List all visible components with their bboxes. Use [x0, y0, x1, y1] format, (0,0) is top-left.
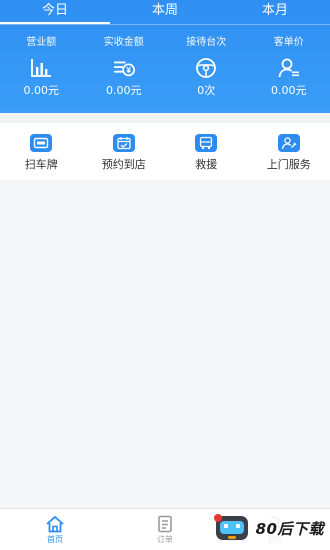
stat-received-label: 实收金额	[103, 37, 144, 48]
action-home-service-label: 上门服务	[266, 158, 311, 171]
tabs-divider	[0, 24, 330, 25]
user-list-icon	[277, 56, 301, 80]
action-rescue[interactable]: 救援	[165, 134, 248, 172]
watermark-logo: 80后下载	[207, 510, 328, 546]
tabbar-home-label: 首页	[47, 534, 63, 544]
tabbar-orders[interactable]: 订单	[110, 509, 220, 550]
calendar-check-icon	[112, 134, 135, 152]
home-icon	[46, 515, 64, 532]
header-panel: 今日 本周 本月 营业额 0.00元 实收金额 0.00元 接待台次 0次 客单…	[0, 0, 330, 113]
stat-reception-value: 0次	[197, 84, 216, 97]
technician-icon	[277, 134, 300, 152]
tab-this-week[interactable]: 本周	[110, 0, 220, 24]
scan-plate-icon	[30, 134, 53, 152]
stat-received[interactable]: 实收金额 0.00元	[83, 36, 166, 98]
watermark-text: 80后下载	[255, 519, 324, 538]
stat-avg-ticket-value: 0.00元	[271, 84, 307, 97]
stat-revenue-label: 营业额	[26, 37, 57, 48]
stat-avg-ticket-label: 客单价	[273, 37, 304, 48]
content-area	[0, 180, 330, 510]
stat-avg-ticket[interactable]: 客单价 0.00元	[248, 36, 330, 98]
stat-reception-count[interactable]: 接待台次 0次	[165, 36, 248, 98]
tab-this-month[interactable]: 本月	[220, 0, 330, 24]
section-divider	[0, 113, 330, 123]
stats-row: 营业额 0.00元 实收金额 0.00元 接待台次 0次 客单价 0.00元	[0, 36, 330, 98]
steering-wheel-icon	[194, 56, 218, 80]
quick-actions: 扫车牌 预约到店 救援 上门服务	[0, 134, 330, 172]
action-scan-plate-label: 扫车牌	[24, 158, 58, 171]
action-home-service[interactable]: 上门服务	[248, 134, 330, 172]
action-appointment-label: 预约到店	[101, 158, 146, 171]
tab-today[interactable]: 今日	[0, 0, 110, 24]
robot-mascot-icon	[213, 514, 248, 540]
period-tabs: 今日 本周 本月	[0, 0, 330, 24]
action-appointment[interactable]: 预约到店	[83, 134, 166, 172]
tabbar-orders-label: 订单	[157, 534, 173, 544]
action-rescue-label: 救援	[195, 158, 218, 171]
stat-revenue-value: 0.00元	[23, 84, 60, 97]
tow-truck-icon	[195, 134, 218, 152]
action-scan-plate[interactable]: 扫车牌	[0, 134, 83, 172]
order-icon	[158, 515, 172, 532]
bar-chart-icon	[29, 56, 53, 80]
stat-reception-label: 接待台次	[186, 37, 227, 48]
yen-stack-icon	[112, 56, 136, 80]
stat-revenue[interactable]: 营业额 0.00元	[0, 36, 83, 98]
tabbar-home[interactable]: 首页	[0, 509, 110, 550]
stat-received-value: 0.00元	[106, 84, 142, 97]
